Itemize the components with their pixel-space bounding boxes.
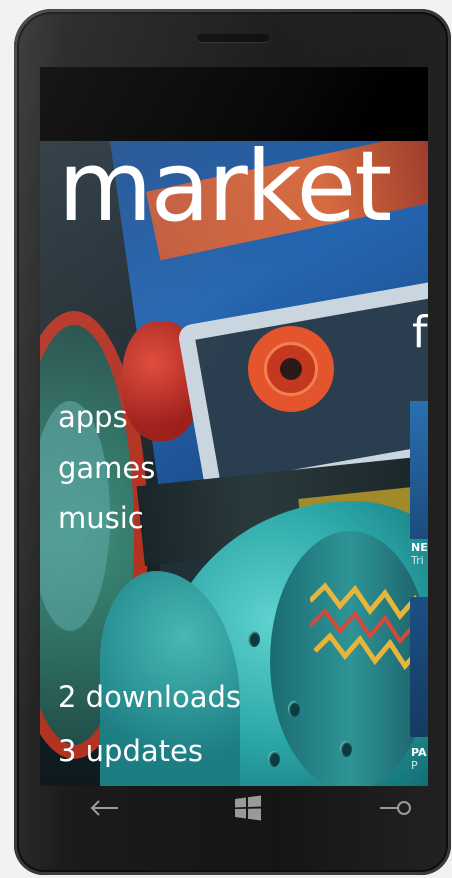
search-icon: [380, 801, 411, 815]
hub-title: market: [58, 130, 392, 243]
featured-tile-name: NE: [411, 541, 428, 554]
featured-tile[interactable]: [410, 401, 428, 539]
back-arrow-icon: [90, 800, 118, 816]
back-button[interactable]: [84, 793, 124, 823]
start-button[interactable]: [228, 793, 268, 823]
toy-dial-center: [280, 358, 302, 380]
featured-tile-subtitle: Tri: [411, 554, 424, 567]
downloads-link[interactable]: 2 downloads: [58, 680, 241, 714]
toy-rivet: [288, 701, 300, 717]
featured-tile-subtitle: P: [411, 759, 418, 772]
phone-screen: market f apps games music 2 downloads 3 …: [40, 67, 428, 786]
menu-item-music[interactable]: music: [58, 501, 144, 535]
featured-tile-name: PA: [411, 746, 427, 759]
phone-device: market f apps games music 2 downloads 3 …: [14, 9, 451, 875]
featured-tile[interactable]: [410, 597, 428, 737]
toy-rivet: [268, 751, 280, 767]
search-button[interactable]: [376, 793, 416, 823]
toy-rivet: [248, 631, 260, 647]
next-section-title-peek[interactable]: f: [412, 311, 428, 355]
earpiece-speaker: [197, 34, 269, 42]
updates-link[interactable]: 3 updates: [58, 734, 203, 768]
toy-rivet: [340, 741, 352, 757]
menu-item-games[interactable]: games: [58, 451, 155, 485]
windows-logo-icon: [235, 795, 261, 821]
menu-item-apps[interactable]: apps: [58, 400, 128, 434]
